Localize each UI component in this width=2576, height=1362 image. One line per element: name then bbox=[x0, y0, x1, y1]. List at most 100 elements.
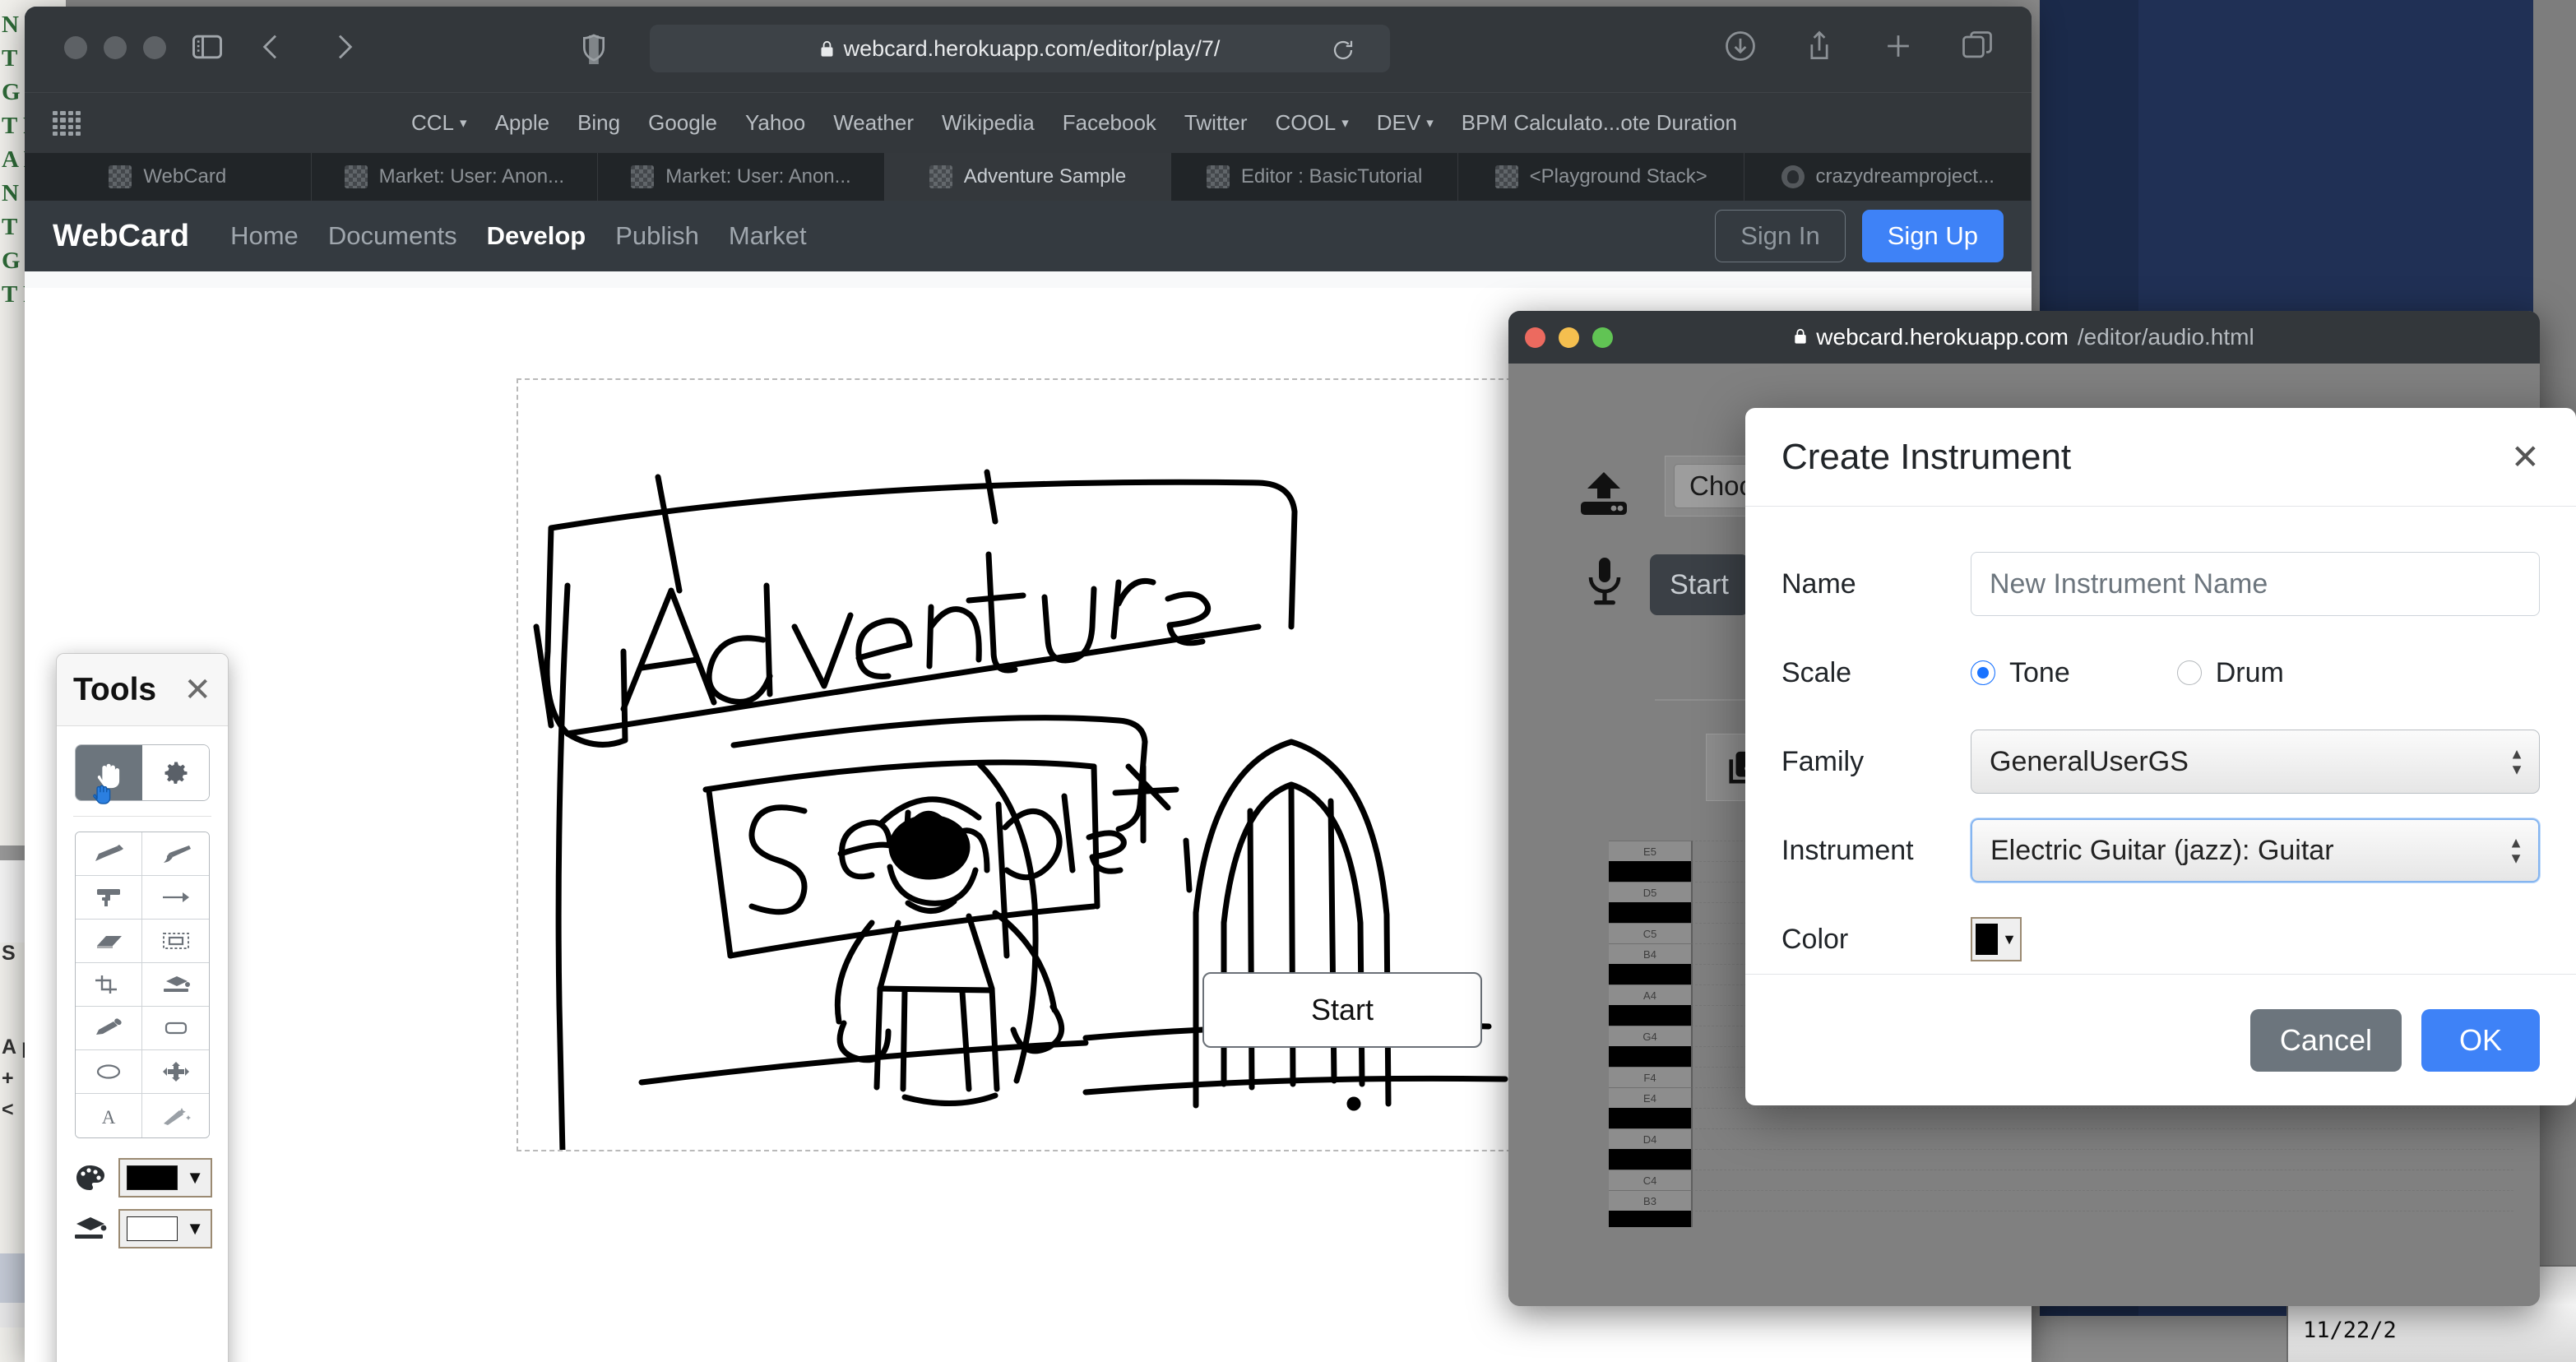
piano-key-E5[interactable]: E5 bbox=[1609, 841, 1691, 861]
forward-chevron-icon[interactable] bbox=[327, 26, 360, 67]
ellipse-icon[interactable] bbox=[76, 1050, 142, 1094]
favorite-weather[interactable]: Weather bbox=[833, 110, 914, 136]
piano-key-C4[interactable]: C4 bbox=[1609, 1170, 1691, 1190]
piano-key-A4[interactable]: A4 bbox=[1609, 984, 1691, 1005]
tab-overview-icon[interactable] bbox=[1959, 25, 1995, 67]
cancel-button[interactable]: Cancel bbox=[2249, 1008, 2402, 1072]
favorites-items[interactable]: CCL ▾ Apple Bing Google Yahoo Weather Wik… bbox=[411, 110, 1737, 136]
favorite-google[interactable]: Google bbox=[648, 110, 717, 136]
tab-playground-stack[interactable]: <Playground Stack> bbox=[1457, 153, 1745, 201]
close-icon[interactable]: ✕ bbox=[183, 674, 211, 706]
back-chevron-icon[interactable] bbox=[255, 26, 288, 67]
piano-key-black[interactable] bbox=[1609, 861, 1691, 882]
card-start-button[interactable]: Start bbox=[1202, 972, 1482, 1048]
address-bar[interactable]: webcard.herokuapp.com/editor/play/7/ bbox=[650, 25, 1390, 72]
piano-key-black[interactable] bbox=[1609, 1108, 1691, 1128]
paint-bucket-icon[interactable] bbox=[142, 963, 209, 1007]
window-traffic-lights[interactable] bbox=[64, 36, 166, 59]
eyedropper-icon[interactable] bbox=[76, 1007, 142, 1050]
piano-key-E4[interactable]: E4 bbox=[1609, 1087, 1691, 1108]
favorite-cool[interactable]: COOL ▾ bbox=[1276, 110, 1349, 136]
tab-editor-basictutorial[interactable]: Editor : BasicTutorial bbox=[1171, 153, 1458, 201]
piano-key-C5[interactable]: C5 bbox=[1609, 923, 1691, 943]
piano-key-B4[interactable]: B4 bbox=[1609, 943, 1691, 964]
piano-key-G4[interactable]: G4 bbox=[1609, 1026, 1691, 1046]
radio-indicator-drum[interactable] bbox=[2176, 660, 2202, 685]
sidebar-toggle-icon[interactable] bbox=[189, 28, 225, 66]
tab-market-user-anon-1[interactable]: Market: User: Anon... bbox=[311, 153, 599, 201]
microphone-icon[interactable] bbox=[1584, 554, 1625, 612]
piano-key-B3[interactable]: B3 bbox=[1609, 1190, 1691, 1211]
toolbar-right-icons[interactable] bbox=[1722, 25, 1995, 67]
create-instrument-dialog[interactable]: Create Instrument ✕ Name New Instrument … bbox=[1745, 408, 2576, 1105]
piano-key-F4[interactable]: F4 bbox=[1609, 1067, 1691, 1087]
nav-link-develop[interactable]: Develop bbox=[487, 221, 586, 251]
favorite-yahoo[interactable]: Yahoo bbox=[745, 110, 805, 136]
fill-color-picker[interactable]: ▼ bbox=[118, 1209, 212, 1248]
favorite-facebook[interactable]: Facebook bbox=[1063, 110, 1156, 136]
tab-market-user-anon-2[interactable]: Market: User: Anon... bbox=[598, 153, 885, 201]
tab-crazydreamproject[interactable]: crazydreamproject... bbox=[1744, 153, 2032, 201]
pencil-icon[interactable] bbox=[76, 832, 142, 876]
favorite-apple[interactable]: Apple bbox=[495, 110, 550, 136]
eraser-icon[interactable] bbox=[76, 920, 142, 963]
favorite-bpm-calculator[interactable]: BPM Calculato...ote Duration bbox=[1462, 110, 1737, 136]
favorite-twitter[interactable]: Twitter bbox=[1184, 110, 1248, 136]
nav-link-home[interactable]: Home bbox=[230, 221, 299, 251]
close-icon[interactable]: ✕ bbox=[2511, 439, 2540, 475]
instrument-select[interactable]: Electric Guitar (jazz): Guitar ▲ ▼ bbox=[1971, 818, 2540, 883]
piano-key-black[interactable] bbox=[1609, 902, 1691, 923]
reload-icon[interactable] bbox=[1331, 38, 1355, 67]
tab-bar[interactable]: WebCard Market: User: Anon... Market: Us… bbox=[25, 153, 2032, 201]
name-input[interactable]: New Instrument Name bbox=[1971, 552, 2540, 616]
sign-in-button[interactable]: Sign In bbox=[1715, 210, 1846, 262]
piano-key-black[interactable] bbox=[1609, 1005, 1691, 1026]
select-rectangle-icon[interactable] bbox=[142, 920, 209, 963]
gear-icon[interactable] bbox=[142, 745, 209, 800]
sign-up-button[interactable]: Sign Up bbox=[1861, 210, 2004, 262]
favorites-bar[interactable]: CCL ▾ Apple Bing Google Yahoo Weather Wik… bbox=[25, 92, 2032, 153]
tab-adventure-sample[interactable]: Adventure Sample bbox=[884, 153, 1172, 201]
piano-key-black[interactable] bbox=[1609, 964, 1691, 984]
tools-palette[interactable]: Tools ✕ A ▼ ▼ bbox=[56, 653, 229, 1362]
rounded-rectangle-icon[interactable] bbox=[142, 1007, 209, 1050]
card-canvas[interactable]: Start bbox=[517, 378, 1536, 1151]
text-tool-icon[interactable]: A bbox=[76, 1094, 142, 1137]
tab-webcard[interactable]: WebCard bbox=[25, 153, 312, 201]
paintbrush-icon[interactable] bbox=[142, 832, 209, 876]
scale-radio-group[interactable]: Tone Drum bbox=[1971, 657, 2284, 689]
plus-icon[interactable] bbox=[1880, 25, 1916, 67]
download-icon[interactable] bbox=[1722, 25, 1758, 67]
color-picker[interactable]: ▼ bbox=[1971, 917, 2022, 961]
nav-link-market[interactable]: Market bbox=[729, 221, 807, 251]
audio-start-button[interactable]: Start bbox=[1650, 554, 1749, 615]
piano-key-D4[interactable]: D4 bbox=[1609, 1128, 1691, 1149]
piano-key-black[interactable] bbox=[1609, 1149, 1691, 1170]
favorite-dev[interactable]: DEV ▾ bbox=[1377, 110, 1434, 136]
upload-icon[interactable] bbox=[1576, 470, 1632, 520]
favorite-bing[interactable]: Bing bbox=[577, 110, 620, 136]
piano-key-black[interactable] bbox=[1609, 1211, 1691, 1227]
piano-key-D5[interactable]: D5 bbox=[1609, 882, 1691, 902]
line-arrow-icon[interactable] bbox=[142, 876, 209, 920]
favorite-wikipedia[interactable]: Wikipedia bbox=[942, 110, 1035, 136]
radio-indicator-tone[interactable] bbox=[1971, 660, 1995, 685]
piano-key-black[interactable] bbox=[1609, 1046, 1691, 1067]
paint-roller-icon[interactable] bbox=[76, 876, 142, 920]
privacy-shield-icon[interactable] bbox=[577, 28, 610, 67]
audio-window-url[interactable]: webcard.herokuapp.com/editor/audio.html bbox=[1508, 324, 2540, 350]
move-icon[interactable] bbox=[142, 1050, 209, 1094]
scale-option-tone[interactable]: Tone bbox=[1971, 657, 2070, 689]
favorites-grid-icon[interactable] bbox=[53, 111, 81, 136]
piano-key-column[interactable]: E5D5C5B4A4G4F4E4D4C4B3A3G3F3 bbox=[1609, 841, 1691, 1227]
family-select[interactable]: GeneralUserGS ▲ ▼ bbox=[1971, 730, 2540, 794]
crop-icon[interactable] bbox=[76, 963, 142, 1007]
nav-link-publish[interactable]: Publish bbox=[615, 221, 699, 251]
share-icon[interactable] bbox=[1801, 25, 1837, 67]
ok-button[interactable]: OK bbox=[2421, 1008, 2540, 1072]
pen-color-picker[interactable]: ▼ bbox=[118, 1158, 212, 1198]
webcard-brand[interactable]: WebCard bbox=[53, 219, 189, 254]
close-window-button[interactable] bbox=[64, 36, 87, 59]
scale-option-drum[interactable]: Drum bbox=[2176, 657, 2284, 689]
nav-link-documents[interactable]: Documents bbox=[328, 221, 457, 251]
